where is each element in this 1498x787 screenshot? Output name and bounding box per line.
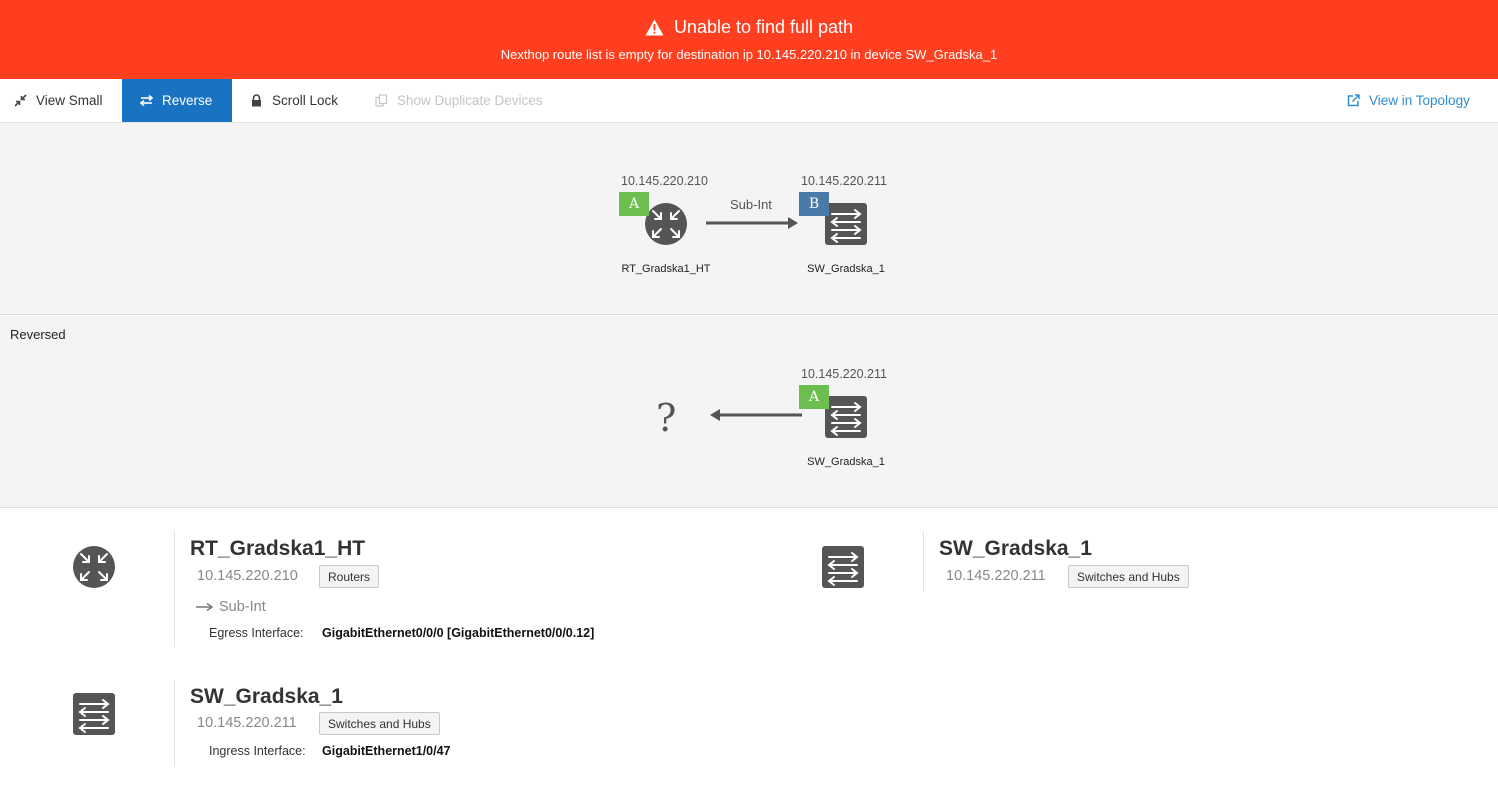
copy-icon xyxy=(375,94,388,107)
source-ip: 10.145.220.210 xyxy=(621,174,708,188)
egress-interface-label: Egress Interface: xyxy=(209,626,304,640)
egress-interface-value: GigabitEthernet0/0/0 [GigabitEthernet0/0… xyxy=(322,626,595,640)
unknown-device: ? xyxy=(656,396,677,440)
view-in-topology-link[interactable]: View in Topology xyxy=(1333,79,1484,122)
reverse-label: Reverse xyxy=(162,93,213,108)
source-badge: A xyxy=(619,192,649,216)
arrow-left-icon[interactable] xyxy=(708,408,806,422)
divider xyxy=(174,531,175,647)
source-device-name[interactable]: RT_Gradska1_HT xyxy=(606,263,726,275)
compress-icon xyxy=(14,94,27,107)
toolbar: View Small Reverse Scroll Lock Show Dupl… xyxy=(0,79,1498,123)
scroll-lock-label: Scroll Lock xyxy=(272,93,339,108)
external-link-icon xyxy=(1347,94,1360,107)
ingress-interface-value: GigabitEthernet1/0/47 xyxy=(322,744,451,758)
exchange-icon xyxy=(140,94,153,107)
warning-icon xyxy=(645,19,664,36)
reversed-source-device-name[interactable]: SW_Gradska_1 xyxy=(786,456,906,468)
reversed-source-badge: A xyxy=(799,385,829,409)
dest-device-name[interactable]: SW_Gradska_1 xyxy=(786,263,906,275)
banner-title: Unable to find full path xyxy=(0,17,1498,38)
show-duplicate-devices-button[interactable]: Show Duplicate Devices xyxy=(361,79,557,122)
detail-device-ip: 10.145.220.211 xyxy=(946,568,1046,584)
scroll-lock-button[interactable]: Scroll Lock xyxy=(236,79,352,122)
device-type-tag: Switches and Hubs xyxy=(319,712,440,735)
arrow-right-icon xyxy=(196,602,214,612)
detail-device-name[interactable]: SW_Gradska_1 xyxy=(939,537,1092,561)
router-icon[interactable] xyxy=(644,202,688,246)
dest-ip: 10.145.220.211 xyxy=(801,174,887,188)
detail-device-ip: 10.145.220.210 xyxy=(197,568,298,584)
device-type-tag: Routers xyxy=(319,565,380,588)
ingress-interface-label: Ingress Interface: xyxy=(209,744,306,758)
dest-badge: B xyxy=(799,192,829,216)
device-type-tag: Switches and Hubs xyxy=(1068,565,1189,588)
banner-title-text: Unable to find full path xyxy=(673,17,854,37)
divider xyxy=(923,531,924,591)
view-small-label: View Small xyxy=(36,93,103,108)
detail-device-name[interactable]: SW_Gradska_1 xyxy=(190,685,343,709)
router-icon xyxy=(72,545,116,589)
reverse-button[interactable]: Reverse xyxy=(122,79,232,122)
arrow-right-icon[interactable] xyxy=(704,216,800,230)
error-banner: Unable to find full path Nexthop route l… xyxy=(0,0,1498,79)
divider xyxy=(174,680,175,766)
detail-device-name[interactable]: RT_Gradska1_HT xyxy=(190,537,365,561)
reversed-label: Reversed xyxy=(10,327,66,342)
link-type-label: Sub-Int xyxy=(219,599,266,615)
banner-message: Nexthop route list is empty for destinat… xyxy=(500,47,998,62)
lock-icon xyxy=(252,94,261,107)
switch-icon xyxy=(72,692,116,736)
switch-icon xyxy=(821,545,865,589)
link-type: Sub-Int xyxy=(196,599,266,615)
link-label: Sub-Int xyxy=(730,197,772,212)
view-small-button[interactable]: View Small xyxy=(0,79,117,122)
reversed-path-panel: Reversed ? 10.145.220.211 A SW_Gradska_1 xyxy=(0,316,1498,508)
show-duplicate-devices-label: Show Duplicate Devices xyxy=(397,93,543,108)
view-in-topology-label: View in Topology xyxy=(1369,93,1470,108)
switch-icon[interactable] xyxy=(824,395,868,439)
switch-icon[interactable] xyxy=(824,202,868,246)
reversed-source-ip: 10.145.220.211 xyxy=(801,367,887,381)
detail-device-ip: 10.145.220.211 xyxy=(197,715,297,731)
forward-path-panel: 10.145.220.210 A RT_Gradska1_HT Sub-Int … xyxy=(0,123,1498,315)
